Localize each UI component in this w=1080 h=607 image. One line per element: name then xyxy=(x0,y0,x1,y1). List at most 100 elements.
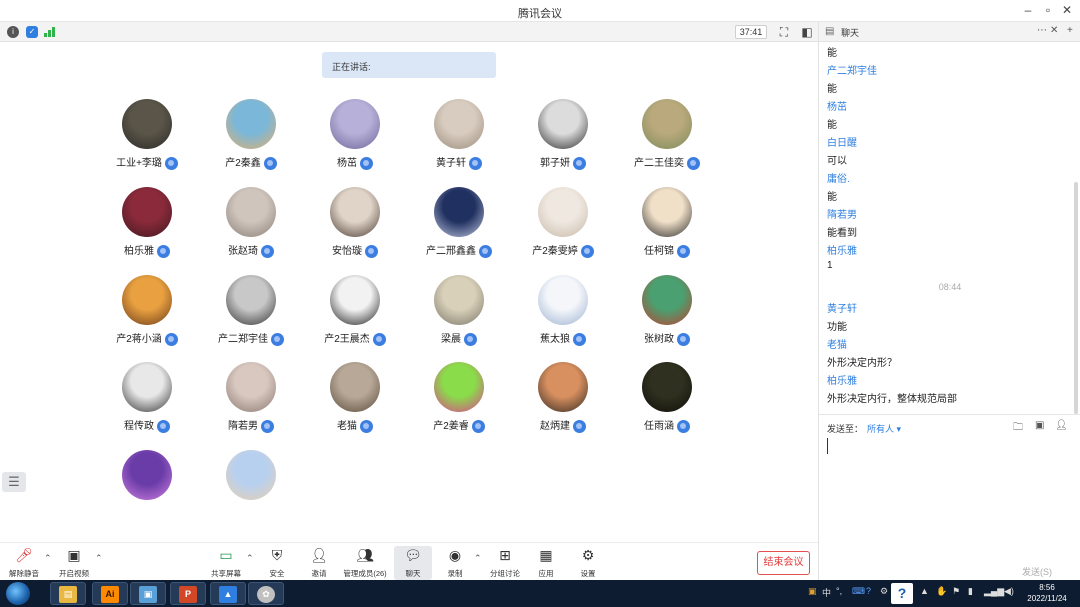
user-mention-icon[interactable]: 👤︎ xyxy=(1055,420,1068,431)
participant-tile[interactable]: 黄子轩 xyxy=(404,99,514,183)
chat-input-caret[interactable] xyxy=(827,438,828,454)
taskbar-explorer[interactable]: ▤ xyxy=(50,582,86,605)
participant-tile[interactable]: 任柯锦 xyxy=(612,187,722,271)
share-screen-button[interactable]: ▭ 共享屏幕 xyxy=(208,546,244,580)
participant-tile[interactable] xyxy=(92,450,202,534)
participant-tile[interactable]: 张树政 xyxy=(612,275,722,359)
participant-tile[interactable]: 产2蒋小涵 xyxy=(92,275,202,359)
participant-tile[interactable]: 程传政 xyxy=(92,362,202,446)
unmute-button[interactable]: 🎤︎ 解除静音 xyxy=(6,546,42,580)
info-icon[interactable]: i xyxy=(7,26,19,38)
participant-tile[interactable]: 老猫 xyxy=(300,362,410,446)
fullscreen-icon[interactable]: ⛶ xyxy=(777,25,791,39)
help-button-icon[interactable]: ? xyxy=(891,583,913,604)
participant-tile[interactable]: 隋若男 xyxy=(196,362,306,446)
language-indicator[interactable]: 中 xyxy=(822,586,831,599)
plus-icon[interactable]: + xyxy=(1067,25,1073,36)
device-icon[interactable]: ▮ xyxy=(968,586,973,597)
tray-app-icon[interactable]: ✋ xyxy=(936,586,947,597)
participant-tile[interactable]: 安怡璇 xyxy=(300,187,410,271)
start-menu-icon[interactable] xyxy=(6,582,30,605)
participant-name: 产2秦雯婷 xyxy=(508,242,618,258)
chat-message-list[interactable]: 能产二郑宇佳能杨茁能白日醒 可以 庸俗. 能隋若男 能看到 柏乐雅 1 08:44 黄子轩 功能老… xyxy=(819,42,1080,414)
participant-tile[interactable]: 产2秦鑫 xyxy=(196,99,306,183)
chat-sender: 老猫 xyxy=(827,340,847,351)
minimize-icon[interactable]: – xyxy=(1021,3,1035,17)
participant-tile[interactable]: 任雨涵 xyxy=(612,362,722,446)
participant-tile[interactable]: 杨茁 xyxy=(300,99,410,183)
participant-tile[interactable]: 工业+李璐 xyxy=(92,99,202,183)
participant-tile[interactable]: 蕉太狼 xyxy=(508,275,618,359)
participant-tile[interactable]: 产二邢鑫鑫 xyxy=(404,187,514,271)
more-options-icon[interactable]: ⋯ xyxy=(1037,25,1047,36)
signal-icon[interactable] xyxy=(44,27,58,37)
system-clock[interactable]: 8:56 2022/11/24 xyxy=(1018,582,1076,604)
taskbar-photos[interactable]: ▣ xyxy=(130,582,166,605)
flag-icon[interactable]: ⚑ xyxy=(952,586,960,597)
restore-icon[interactable]: ▫ xyxy=(1041,3,1055,17)
breakout-icon: ⊞ xyxy=(499,547,511,563)
mic-status-icon xyxy=(464,332,477,346)
participant-tile[interactable]: 张赵琦 xyxy=(196,187,306,271)
send-button[interactable]: 发送(S) xyxy=(1022,565,1052,578)
record-button[interactable]: ◉ 录制 xyxy=(442,546,468,580)
avatar xyxy=(330,275,380,325)
network-signal-icon[interactable]: ▂▄▆ xyxy=(984,586,1004,597)
close-window-icon[interactable]: ✕ xyxy=(1060,3,1074,17)
taskbar-tencent-meeting[interactable]: ▲ xyxy=(210,582,246,605)
close-chat-icon[interactable]: ✕ xyxy=(1050,25,1058,36)
taskbar-app[interactable]: ✿ xyxy=(248,582,284,605)
avatar xyxy=(434,362,484,412)
volume-icon[interactable]: ◀) xyxy=(1004,586,1014,597)
softkeyboard-icon[interactable]: ⌨ xyxy=(852,586,865,597)
participant-tile[interactable]: 产2姜睿 xyxy=(404,362,514,446)
send-to-bar: 发送至： 所有人 ▾ 🗀︎ ▣ 👤︎ xyxy=(819,414,1080,436)
audio-options-caret[interactable]: ⌃ xyxy=(44,553,52,564)
participant-tile[interactable]: 梁晨 xyxy=(404,275,514,359)
meeting-status-bar: i ✓ 37:41 ⛶ ◧ xyxy=(0,22,818,42)
chat-panel: ▤ 聊天 ⋯ ✕ + 能产二郑宇佳能杨茁能白日醒 可以 庸俗. 能隋若男 能看到 柏乐雅 1… xyxy=(818,22,1080,580)
participant-tile[interactable]: 产2秦雯婷 xyxy=(508,187,618,271)
show-hidden-icons[interactable]: ▲ xyxy=(920,586,929,596)
settings-button[interactable]: ⚙ 设置 xyxy=(574,546,602,580)
participant-tile[interactable]: 产2王晨杰 xyxy=(300,275,410,359)
participant-tile[interactable]: 产二王佳奕 xyxy=(612,99,722,183)
start-video-button[interactable]: ▣ 开启视频 xyxy=(56,546,92,580)
participant-name: 郭子妍 xyxy=(508,154,618,170)
participant-tile[interactable]: 产二郑宇佳 xyxy=(196,275,306,359)
taskbar-illustrator[interactable]: Ai xyxy=(92,582,128,605)
shield-icon[interactable]: ✓ xyxy=(26,26,38,38)
screenshot-icon[interactable]: ▣ xyxy=(1035,420,1044,431)
file-icon[interactable]: 🗀︎ xyxy=(1013,420,1023,437)
breakout-rooms-button[interactable]: ⊞ 分组讨论 xyxy=(488,546,522,580)
end-meeting-button[interactable]: 结束会议 xyxy=(757,551,810,575)
participant-tile[interactable]: 柏乐雅 xyxy=(92,187,202,271)
manage-members-button[interactable]: 👥︎ 管理成员(26) xyxy=(340,546,390,580)
send-to-dropdown[interactable]: 所有人 ▾ xyxy=(867,422,901,435)
participant-list-toggle-icon[interactable]: ☰ xyxy=(2,472,26,492)
share-options-caret[interactable]: ⌃ xyxy=(246,553,254,564)
mic-status-icon xyxy=(360,156,373,170)
chat-scrollbar[interactable] xyxy=(1074,182,1078,414)
invite-button[interactable]: 👤︎ 邀请 xyxy=(304,546,334,580)
record-options-caret[interactable]: ⌃ xyxy=(474,553,482,564)
tools-icon[interactable]: ⚙ xyxy=(880,586,888,597)
participant-name: 柏乐雅 xyxy=(92,242,202,258)
security-button[interactable]: ⛨ 安全 xyxy=(262,546,292,580)
chat-message-text: 能看到 xyxy=(827,228,857,239)
video-options-caret[interactable]: ⌃ xyxy=(95,553,103,564)
chat-timestamp: 08:44 xyxy=(938,282,962,292)
input-method-icon[interactable]: ▣ xyxy=(808,586,817,597)
mic-status-icon xyxy=(469,156,482,170)
chat-button[interactable]: 💬︎ 聊天 xyxy=(394,546,432,580)
punctuation-icon[interactable]: °, xyxy=(836,586,842,596)
help-icon[interactable]: ? xyxy=(866,586,871,596)
taskbar-powerpoint[interactable]: P xyxy=(170,582,206,605)
participant-tile[interactable]: 赵炳建 xyxy=(508,362,618,446)
mic-status-icon xyxy=(573,156,586,170)
participant-tile[interactable] xyxy=(196,450,306,534)
participant-name: 张树政 xyxy=(612,330,722,346)
participant-tile[interactable]: 郭子妍 xyxy=(508,99,618,183)
layout-icon[interactable]: ◧ xyxy=(800,25,814,39)
apps-button[interactable]: ▦ 应用 xyxy=(532,546,560,580)
